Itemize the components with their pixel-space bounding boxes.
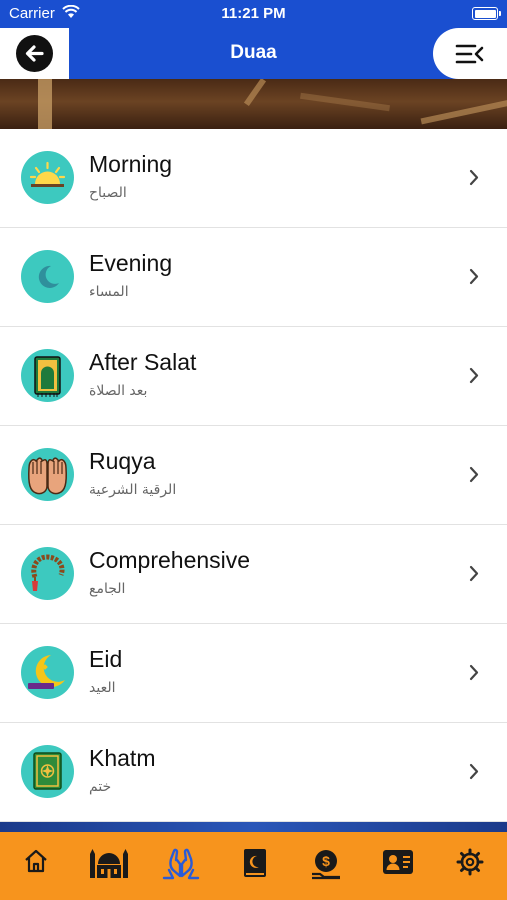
contacts-tab[interactable] (378, 848, 418, 884)
navigation-bar: Duaa (0, 28, 507, 79)
item-title: Comprehensive (89, 547, 251, 573)
chevron-right-icon (469, 367, 479, 384)
quran-tab[interactable] (235, 848, 275, 884)
chevron-right-icon (469, 169, 479, 186)
quran-icon (21, 745, 74, 798)
menu-collapse-icon (455, 44, 484, 64)
contact-card-icon (383, 850, 413, 874)
item-subtitle: العيد (89, 680, 116, 696)
battery-icon (472, 7, 501, 20)
prayer-mat-icon (21, 349, 74, 402)
eid-moon-icon (21, 646, 74, 699)
item-title: Evening (89, 250, 173, 276)
mosque-tab[interactable] (89, 848, 129, 884)
home-icon (25, 849, 47, 873)
item-title: After Salat (89, 349, 197, 375)
tab-bar: $ (0, 832, 507, 900)
item-subtitle: الرقية الشرعية (89, 482, 177, 498)
chevron-right-icon (469, 268, 479, 285)
page-title: Duaa (230, 42, 277, 63)
item-title: Ruqya (89, 448, 156, 474)
chevron-right-icon (469, 763, 479, 780)
status-bar: Carrier 11:21 PM (0, 0, 507, 28)
footer-background-image (0, 822, 507, 832)
item-subtitle: المساء (89, 284, 129, 300)
settings-tab[interactable] (450, 848, 490, 884)
list-item-eid[interactable]: Eid العيد (0, 624, 507, 723)
list-item-evening[interactable]: Evening المساء (0, 228, 507, 327)
chevron-right-icon (469, 664, 479, 681)
duaa-tab[interactable] (161, 848, 201, 884)
item-title: Morning (89, 151, 173, 177)
zakat-tab[interactable]: $ (306, 848, 346, 884)
item-title: Eid (89, 646, 123, 672)
list-item-ruqya[interactable]: Ruqya الرقية الشرعية (0, 426, 507, 525)
duaa-category-list: Morning الصباح Evening المساء After Sala… (0, 129, 507, 822)
item-subtitle: الصباح (89, 185, 127, 201)
mosque-icon (90, 849, 128, 878)
item-subtitle: ختم (89, 779, 112, 795)
gear-icon (456, 848, 484, 876)
home-tab[interactable] (16, 848, 56, 884)
list-item-after-salat[interactable]: After Salat بعد الصلاة (0, 327, 507, 426)
list-item-khatm[interactable]: Khatm ختم (0, 723, 507, 822)
praying-hands-icon (162, 848, 200, 880)
svg-text:$: $ (322, 853, 330, 869)
crescent-moon-icon (21, 250, 74, 303)
chevron-right-icon (469, 565, 479, 582)
praying-hands-icon (21, 448, 74, 501)
list-item-morning[interactable]: Morning الصباح (0, 129, 507, 228)
sunrise-icon (21, 151, 74, 204)
header-banner-image (0, 79, 507, 129)
quran-book-icon (244, 849, 266, 877)
item-title: Khatm (89, 745, 156, 771)
list-item-comprehensive[interactable]: Comprehensive الجامع (0, 525, 507, 624)
chevron-right-icon (469, 466, 479, 483)
item-subtitle: الجامع (89, 581, 126, 597)
clock: 11:21 PM (221, 5, 286, 22)
coin-hand-icon: $ (312, 850, 340, 880)
item-subtitle: بعد الصلاة (89, 383, 148, 399)
prayer-beads-icon (21, 547, 74, 600)
menu-button[interactable] (433, 28, 507, 79)
